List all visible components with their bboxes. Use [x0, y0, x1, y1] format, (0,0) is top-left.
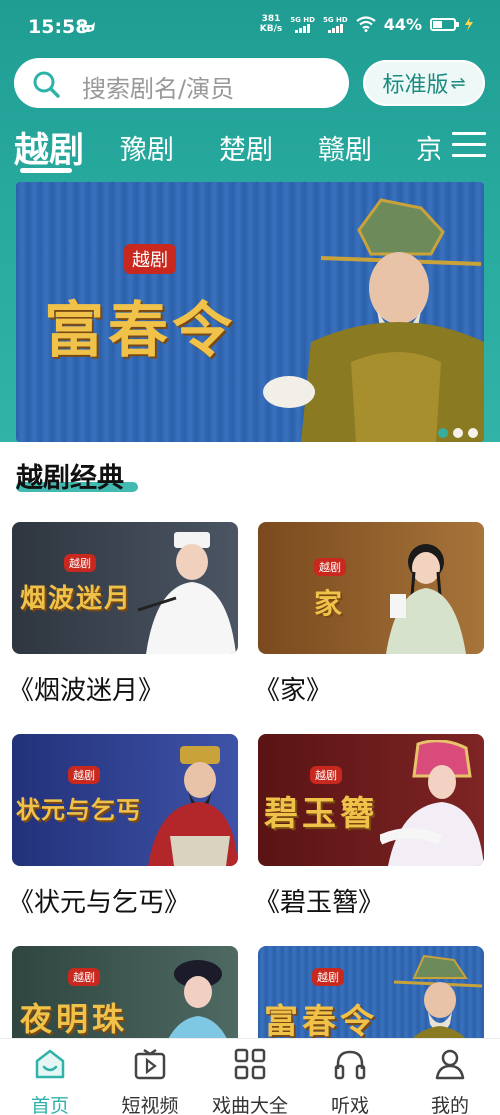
nav-opera-library[interactable]: 戏曲大全 [200, 1047, 300, 1115]
opera-card-calligraphy: 富春令 [264, 1002, 378, 1042]
opera-card-thumbnail: 越剧 状元与乞丐 [12, 734, 238, 866]
nav-home-label: 首页 [30, 1095, 69, 1115]
opera-card-calligraphy: 碧玉簪 [264, 794, 378, 834]
banner-carousel[interactable]: 越剧 富春令 [16, 182, 484, 442]
signal-2-bars-icon [327, 23, 343, 33]
bottom-navigation: 首页 短视频 戏曲大全 听戏 我的 [0, 1038, 500, 1115]
performer-figure [137, 532, 236, 654]
nav-listen[interactable]: 听戏 [300, 1047, 400, 1115]
swap-icon: ⇌ [450, 72, 466, 94]
opera-card-tag: 越剧 [68, 766, 100, 784]
opera-card-calligraphy: 夜明珠 [20, 1000, 129, 1038]
nav-home[interactable]: 首页 [0, 1047, 100, 1115]
performer-figure [148, 746, 238, 866]
app-notification-icon [81, 22, 95, 32]
opera-card-calligraphy: 家 [314, 587, 347, 620]
banner-performer-figure [263, 198, 484, 442]
performer-figure [386, 544, 466, 654]
banner-title: 富春令 [44, 296, 236, 366]
signal-2: 5G HD [323, 16, 348, 33]
wifi-icon [356, 16, 376, 32]
nav-opera-library-label: 戏曲大全 [211, 1095, 288, 1115]
grid-icon [234, 1048, 266, 1080]
opera-card-tag: 越剧 [68, 968, 100, 986]
home-icon [35, 1049, 65, 1079]
search-input[interactable]: 搜索剧名/演员 [14, 58, 349, 108]
opera-card[interactable]: 越剧 状元与乞丐 《状元与乞丐》 [8, 734, 238, 918]
opera-card[interactable]: 越剧 家 《家》 [254, 522, 484, 706]
signal-1-label: 5G HD [290, 15, 315, 24]
network-speed: 381 KB/s [260, 14, 282, 34]
network-speed-value: 381 [261, 14, 281, 24]
headphones-icon [334, 1050, 366, 1080]
charging-icon [465, 17, 473, 31]
opera-card-thumbnail: 越剧 家 [258, 522, 484, 654]
opera-card-calligraphy: 烟波迷月 [20, 584, 133, 614]
status-indicators: 381 KB/s 5G HD 5G HD 44% [260, 14, 474, 34]
video-icon [134, 1048, 166, 1080]
user-icon [435, 1049, 465, 1080]
tab-yuju[interactable]: 豫剧 [120, 128, 174, 167]
nav-short-video-label: 短视频 [121, 1095, 179, 1115]
search-icon [33, 71, 60, 98]
opera-card-tag: 越剧 [64, 554, 96, 572]
opera-card-title: 《烟波迷月》 [8, 676, 165, 706]
edition-label: 标准版 [382, 73, 449, 98]
banner-tag: 越剧 [124, 244, 176, 274]
opera-card-tag: 越剧 [314, 558, 346, 576]
tab-jingju[interactable]: 京 [416, 128, 440, 167]
category-tabs: 越剧 豫剧 楚剧 赣剧 京 [0, 118, 440, 180]
battery-icon [430, 17, 459, 31]
signal-1: 5G HD [290, 16, 315, 33]
banner-dot-2[interactable] [453, 428, 463, 438]
network-speed-unit: KB/s [259, 24, 283, 34]
section-title: 越剧经典 [16, 463, 124, 494]
nav-profile[interactable]: 我的 [400, 1047, 500, 1115]
banner-pagination [438, 428, 478, 438]
search-placeholder: 搜索剧名/演员 [82, 75, 235, 103]
nav-listen-label: 听戏 [330, 1095, 369, 1115]
opera-card-title: 《家》 [254, 676, 333, 706]
active-tab-indicator [20, 168, 72, 173]
banner-dot-1[interactable] [438, 428, 448, 438]
opera-card-thumbnail: 越剧 碧玉簪 [258, 734, 484, 866]
opera-card-title: 《状元与乞丐》 [8, 888, 191, 918]
tab-ganju[interactable]: 赣剧 [318, 128, 372, 167]
opera-card-title: 《碧玉簪》 [254, 888, 385, 918]
opera-card[interactable]: 越剧 烟波迷月 《烟波迷月》 [8, 522, 238, 706]
battery-percent: 44% [383, 14, 422, 34]
edition-switch-button[interactable]: 标准版 ⇌ [363, 60, 485, 106]
tab-yueju[interactable]: 越剧 [14, 122, 84, 173]
opera-card-calligraphy: 状元与乞丐 [16, 795, 141, 824]
nav-short-video[interactable]: 短视频 [100, 1047, 200, 1115]
battery-level [433, 20, 442, 28]
performer-figure [380, 740, 484, 866]
tab-chuju[interactable]: 楚剧 [219, 128, 273, 167]
opera-card-tag: 越剧 [312, 968, 344, 986]
signal-2-label: 5G HD [322, 15, 348, 24]
banner-dot-3[interactable] [468, 428, 478, 438]
opera-card-thumbnail: 越剧 烟波迷月 [12, 522, 238, 654]
opera-card-tag: 越剧 [310, 766, 342, 784]
nav-profile-label: 我的 [430, 1095, 469, 1115]
signal-1-bars-icon [295, 23, 311, 33]
opera-card[interactable]: 越剧 碧玉簪 《碧玉簪》 [254, 734, 484, 918]
menu-icon[interactable] [452, 132, 486, 160]
status-bar: 15:58 381 KB/s 5G HD 5G HD 44% [0, 0, 500, 58]
